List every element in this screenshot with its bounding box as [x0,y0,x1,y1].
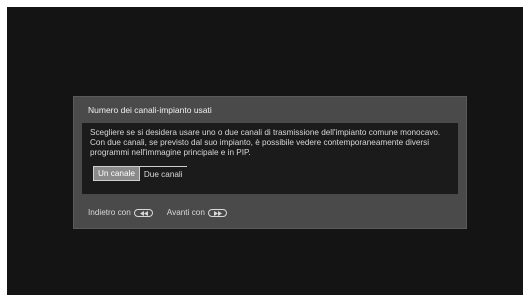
back-hint[interactable]: Indietro con [88,208,153,217]
dialog-footer: Indietro con Avanti con [88,208,227,217]
dialog-title: Numero dei canali-impianto usati [88,105,212,115]
rewind-key-icon [133,208,153,217]
dialog-message: Scegliere se si desidera usare uno o due… [90,128,441,157]
channel-options: Un canale Due canali [93,166,187,181]
channel-count-dialog: Numero dei canali-impianto usati Sceglie… [73,96,467,229]
back-label: Indietro con [88,208,131,217]
tv-screen: Numero dei canali-impianto usati Sceglie… [7,7,523,295]
next-hint[interactable]: Avanti con [167,208,227,217]
fast-forward-key-icon [207,208,227,217]
option-due-canali[interactable]: Due canali [139,166,187,181]
option-un-canale[interactable]: Un canale [93,166,140,181]
dialog-body: Scegliere se si desidera usare uno o due… [82,123,458,194]
next-label: Avanti con [166,208,205,217]
